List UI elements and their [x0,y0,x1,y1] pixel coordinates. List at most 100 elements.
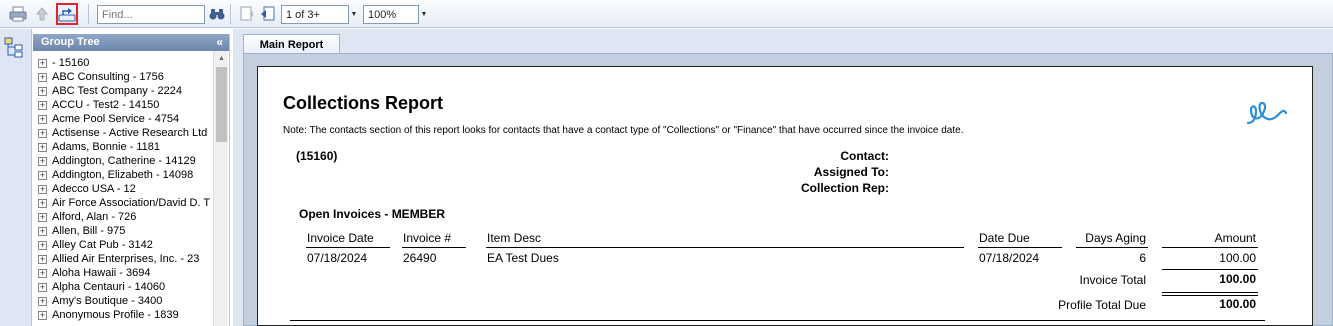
header-days-aging: Days Aging [1085,231,1146,245]
header-underline [1076,247,1148,248]
group-tree-item-label: Adecco USA - 12 [52,183,136,195]
group-tree-panel: Group Tree « + - 15160 + ABC Consulting - … [33,34,230,326]
expand-icon[interactable]: + [38,240,47,250]
item-desc-cell: EA Test Dues [487,251,559,265]
group-tree-item[interactable]: + Adams, Bonnie - 1181 [33,140,213,154]
expand-icon[interactable]: + [38,142,47,152]
profile-total-label: Profile Total Due [1058,298,1146,312]
expand-icon[interactable]: + [38,72,47,82]
expand-icon[interactable]: + [38,296,47,306]
group-tree-item-label: ACCU - Test2 - 14150 [52,99,160,111]
profile-total-value: 100.00 [1219,297,1256,311]
group-tree-item-label: Addington, Elizabeth - 14098 [52,169,194,181]
group-tree-header: Group Tree « [33,34,229,51]
group-tree-item[interactable]: + Anonymous Profile - 1839 [33,308,213,322]
group-tree-item[interactable]: + Allen, Bill - 975 [33,224,213,238]
group-tree-item[interactable]: + Alpha Centauri - 14060 [33,280,213,294]
zoom-selector[interactable]: 100% [363,5,419,24]
amount-cell: 100.00 [1219,251,1256,265]
group-tree-item-label: Alford, Alan - 726 [52,211,137,223]
scrollbar-thumb[interactable] [216,67,227,142]
days-aging-cell: 6 [1139,251,1146,265]
arrow-up-icon [35,7,49,21]
expand-icon[interactable]: + [38,128,47,138]
expand-icon[interactable]: + [38,310,47,320]
print-button[interactable] [7,3,29,25]
bottom-rule [290,320,1265,321]
invoice-total-label: Invoice Total [1079,273,1147,287]
report-title: Collections Report [283,93,444,113]
header-invoice-number: Invoice # [403,231,452,245]
zoom-dropdown-arrow-icon[interactable]: ▼ [418,5,430,24]
prev-page-button[interactable] [257,3,279,25]
expand-icon[interactable]: + [38,86,47,96]
page-dropdown-arrow-icon[interactable]: ▼ [348,5,360,24]
find-button[interactable] [206,3,228,25]
group-tree-item-label: Aloha Hawaii - 3694 [52,267,151,279]
group-tree-item-label: Adams, Bonnie - 1181 [52,141,161,153]
total-double-line [1162,292,1258,293]
export-button[interactable] [56,3,78,25]
toolbar-separator [88,4,89,24]
expand-icon[interactable]: + [38,282,47,292]
group-tree-item[interactable]: + Amy's Boutique - 3400 [33,294,213,308]
expand-icon[interactable]: + [38,170,47,180]
toolbar-separator [230,4,231,24]
group-tree-scrollbar[interactable]: ▲ [213,51,228,326]
group-tree-title: Group Tree [41,36,100,48]
report-note: Note: The contacts section of this repor… [283,125,964,136]
group-tree-item[interactable]: + Acme Pool Service - 4754 [33,112,213,126]
group-tree-item[interactable]: + Addington, Catherine - 14129 [33,154,213,168]
scroll-up-arrow-icon[interactable]: ▲ [214,51,229,66]
group-tree-item-label: Amy's Boutique - 3400 [52,295,163,307]
total-double-line [1162,295,1258,296]
group-tree-item[interactable]: + ABC Test Company - 2224 [33,84,213,98]
contact-label: Contact: [840,149,889,163]
assigned-to-label: Assigned To: [813,165,889,179]
printer-icon [9,6,27,22]
expand-icon[interactable]: + [38,212,47,222]
group-tree-toggle-button[interactable] [4,37,24,59]
group-tree-item[interactable]: + Addington, Elizabeth - 14098 [33,168,213,182]
group-tree-item-label: Alley Cat Pub - 3142 [52,239,153,251]
group-tree-item-label: Alpha Centauri - 14060 [52,281,166,293]
group-tree-item-label: Acme Pool Service - 4754 [52,113,180,125]
logo-icon [1246,101,1288,125]
expand-icon[interactable]: + [38,114,47,124]
group-tree-item[interactable]: + Adecco USA - 12 [33,182,213,196]
expand-icon[interactable]: + [38,226,47,236]
export-icon [58,8,76,22]
group-tree-item-label: Actisense - Active Research Ltd [52,127,208,139]
group-tree-item[interactable]: + - 15160 [33,56,213,70]
group-tree-item[interactable]: + Alley Cat Pub - 3142 [33,238,213,252]
group-tree-item[interactable]: + Alford, Alan - 726 [33,210,213,224]
group-tree-item-label: Addington, Catherine - 14129 [52,155,196,167]
expand-icon[interactable]: + [38,184,47,194]
header-underline [978,247,1062,248]
group-tree-item[interactable]: + Air Force Association/David D. T [33,196,213,210]
up-button[interactable] [31,3,53,25]
group-tree-item-label: - 15160 [52,57,90,69]
expand-icon[interactable]: + [38,58,47,68]
expand-icon[interactable]: + [38,254,47,264]
expand-icon[interactable]: + [38,156,47,166]
expand-icon[interactable]: + [38,268,47,278]
page-selector[interactable]: 1 of 3+ [281,5,349,24]
group-tree-item-label: Allen, Bill - 975 [52,225,126,237]
tab-main-report[interactable]: Main Report [243,34,340,54]
group-tree-item[interactable]: + Actisense - Active Research Ltd [33,126,213,140]
expand-icon[interactable]: + [38,100,47,110]
section-title: Open Invoices - MEMBER [299,207,446,221]
collection-rep-label: Collection Rep: [800,181,889,195]
group-tree-item[interactable]: + ABC Consulting - 1756 [33,70,213,84]
subtotal-line [1162,269,1258,270]
first-page-button[interactable] [235,3,257,25]
group-tree-item[interactable]: + Allied Air Enterprises, Inc. - 23 [33,252,213,266]
collapse-panel-button[interactable]: « [216,35,223,49]
header-underline [306,247,390,248]
find-input[interactable] [97,5,205,24]
expand-icon[interactable]: + [38,198,47,208]
tree-icon [4,37,23,58]
group-tree-item[interactable]: + Aloha Hawaii - 3694 [33,266,213,280]
group-tree-item[interactable]: + ACCU - Test2 - 14150 [33,98,213,112]
